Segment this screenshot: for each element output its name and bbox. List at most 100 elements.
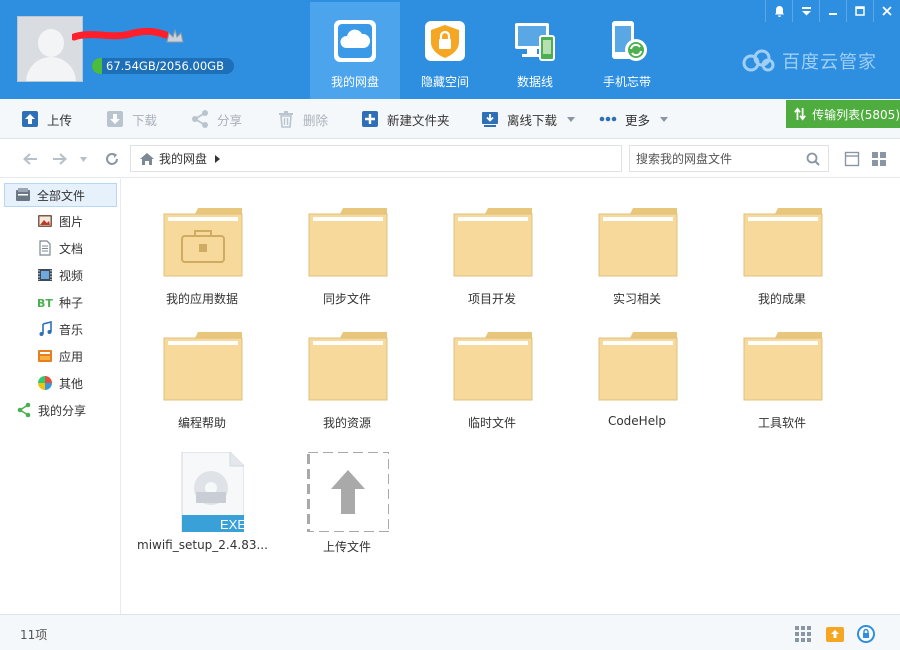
chevron-down-icon [567,116,576,122]
sidebar-item-other[interactable]: 其他 [4,371,117,395]
avatar[interactable] [17,16,83,82]
phone-sync-icon [612,21,647,61]
back-arrow-icon[interactable] [22,152,38,166]
username-redaction [72,28,168,41]
sidebar-item-label: 文档 [59,241,84,256]
file-name: CodeHelp [607,414,667,428]
file-tile[interactable]: 同步文件 [282,184,412,306]
cloud-drive-icon [334,20,376,62]
file-tile[interactable]: 我的应用数据 [137,184,267,306]
folder-icon [308,332,388,401]
file-name: 我的资源 [322,416,371,430]
home-icon[interactable] [139,152,155,166]
sidebar-item-torrents[interactable]: BT 种子 [4,290,117,314]
bt-icon: BT [37,297,53,310]
search-input[interactable] [636,150,796,168]
apps-grid-icon[interactable] [793,624,813,644]
search-box [629,145,829,172]
menu-dropdown-button[interactable] [792,0,819,22]
sidebar-item-my-shares[interactable]: 我的分享 [4,398,117,422]
file-tile[interactable]: 编程帮助 [137,308,267,430]
file-name: 上传文件 [322,540,371,554]
search-icon[interactable] [806,152,820,166]
upload-file-tile[interactable]: 上传文件 [282,432,412,554]
minimize-button[interactable] [819,0,846,22]
devices-icon [515,23,555,61]
download-icon [107,111,123,127]
chevron-right-icon[interactable] [215,154,221,163]
sidebar-item-all-files[interactable]: 全部文件 [4,183,117,207]
share-icon [192,110,208,128]
status-bar: 11项 [0,614,900,650]
grid-view-icon[interactable] [871,151,887,167]
minimize-icon [829,13,837,15]
new-folder-icon [362,111,378,127]
file-tile[interactable]: 我的资源 [282,308,412,430]
delete-button[interactable]: 删除 [276,108,328,130]
download-label: 下载 [132,112,158,128]
sidebar-item-documents[interactable]: 文档 [4,236,117,260]
tab-phone-forgot[interactable]: 手机忘带 [582,2,672,99]
sidebar-item-label: 音乐 [59,322,84,337]
transfer-list-button[interactable]: 传输列表(5805) [786,100,900,128]
tab-label: 我的网盘 [330,75,379,89]
app-folder-icon [163,208,243,277]
tab-my-netdisk[interactable]: 我的网盘 [310,2,400,99]
file-tile[interactable]: 实习相关 [572,184,702,306]
file-tile[interactable]: EXE miwifi_setup_2.4.83... [137,432,267,552]
document-icon [39,240,51,256]
breadcrumb[interactable]: 我的网盘 [130,145,622,172]
notification-button[interactable] [765,0,792,22]
file-tile[interactable]: CodeHelp [572,308,702,428]
file-name: 我的应用数据 [165,292,238,306]
upload-label: 上传 [47,112,73,128]
breadcrumb-current[interactable]: 我的网盘 [159,150,207,167]
sidebar-item-apps[interactable]: 应用 [4,344,117,368]
trash-icon [279,111,293,128]
share-icon [17,402,31,418]
tab-data-cable[interactable]: 数据线 [490,2,580,99]
history-dropdown-icon[interactable] [80,157,87,162]
maximize-icon [855,6,865,16]
baidu-cloud-icon [742,49,775,72]
other-icon [38,376,52,390]
top-header: 67.54GB/2056.00GB 我的网盘 隐藏空间 数据线 手机忘带 百度云… [0,0,900,99]
file-name: 临时文件 [467,416,516,430]
refresh-icon[interactable] [104,151,120,167]
vip-icon[interactable] [165,27,185,45]
close-button[interactable] [873,0,900,22]
tab-hidden-space[interactable]: 隐藏空间 [400,2,490,99]
new-folder-button[interactable]: 新建文件夹 [360,108,450,130]
sidebar-item-videos[interactable]: 视频 [4,263,117,287]
lock-status-icon[interactable] [856,624,876,644]
file-tile[interactable]: 项目开发 [427,184,557,306]
download-button[interactable]: 下载 [105,108,157,130]
forward-arrow-icon[interactable] [52,152,68,166]
file-tile[interactable]: 我的成果 [717,184,847,306]
upload-button[interactable]: 上传 [20,108,72,130]
more-button[interactable]: 更多 [598,108,669,130]
folder-icon [598,332,678,401]
file-name: 工具软件 [757,416,806,430]
upload-box-icon[interactable] [825,624,845,644]
more-label: 更多 [625,112,651,128]
storage-quota-bar: 67.54GB/2056.00GB [92,58,234,74]
chevron-down-icon [660,116,669,122]
file-name: 同步文件 [322,292,371,306]
lock-shield-icon [425,21,465,61]
offline-download-button[interactable]: 离线下载 [480,108,576,130]
bell-icon [774,6,784,17]
list-view-icon[interactable] [844,151,860,167]
file-tile[interactable]: 临时文件 [427,308,557,430]
upload-placeholder-icon [307,452,389,532]
offline-download-label: 离线下载 [507,112,558,128]
file-tile[interactable]: 工具软件 [717,308,847,430]
sidebar-item-images[interactable]: 图片 [4,209,117,233]
maximize-button[interactable] [846,0,873,22]
share-button[interactable]: 分享 [190,108,242,130]
menu-arrow-icon [801,7,811,16]
exe-badge: EXE [220,517,246,532]
file-name: 我的成果 [757,292,806,306]
sidebar-item-music[interactable]: 音乐 [4,317,117,341]
delete-label: 删除 [303,112,329,128]
